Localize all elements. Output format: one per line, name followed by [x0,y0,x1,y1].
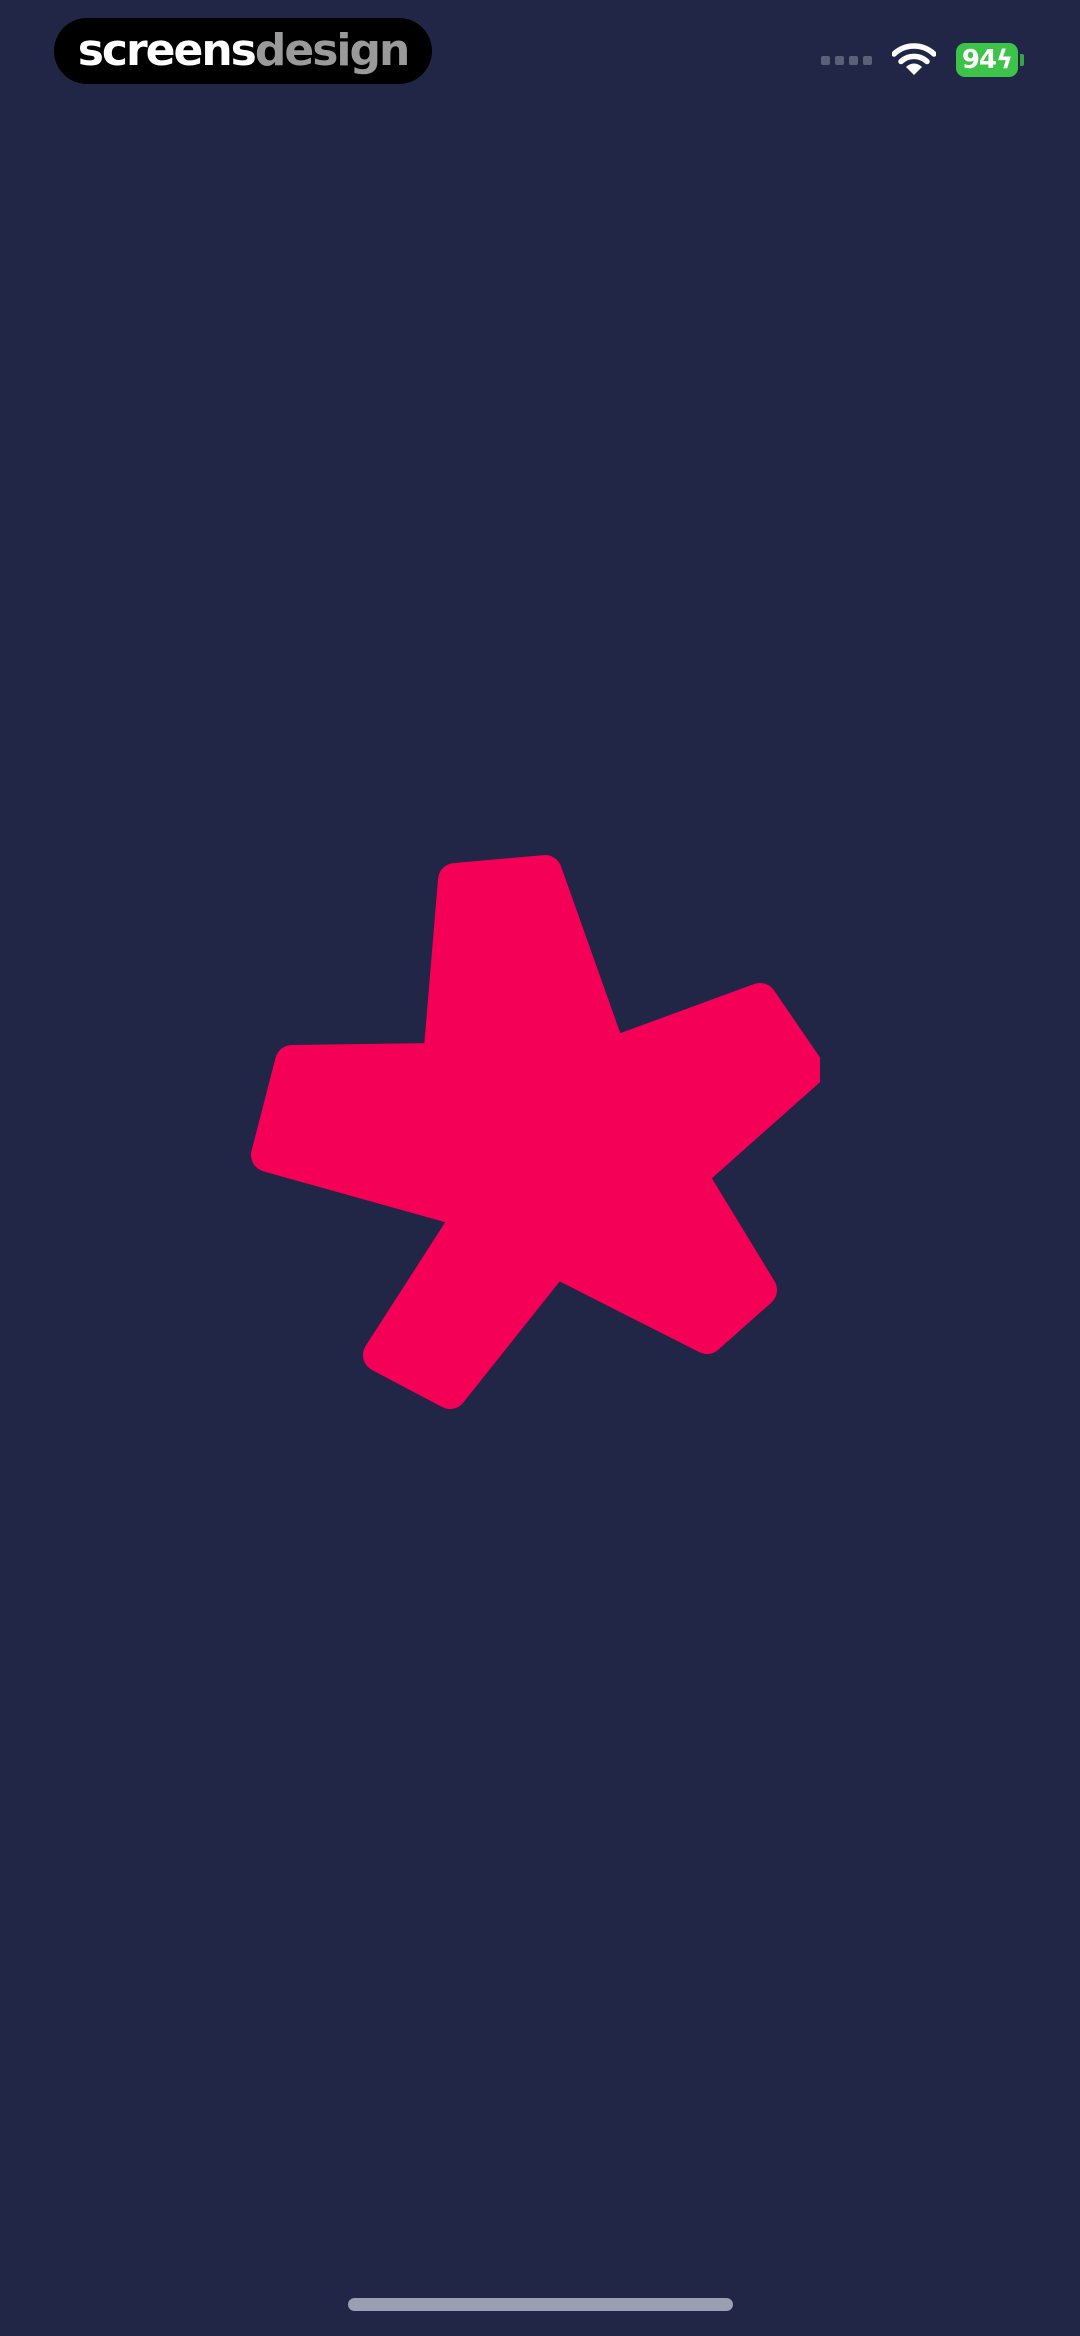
battery-charging-icon: 94 ϟ [956,43,1024,77]
watermark-text-screens: screens [77,25,257,76]
status-bar-right: 94 ϟ [821,38,1024,82]
asterisk-star-logo-icon [251,855,820,1409]
splash-screen: screens design 94 ϟ [0,0,1080,2336]
home-indicator[interactable] [348,2298,733,2311]
watermark-text-design: design [254,25,410,76]
charging-bolt-icon: ϟ [996,45,1013,75]
signal-icon [821,55,872,65]
wifi-icon [892,43,936,77]
battery-indicator: 94 ϟ [956,43,1018,77]
screensdesign-watermark: screens design [54,18,432,84]
battery-level: 94 [961,45,997,75]
battery-cap [1020,54,1024,66]
